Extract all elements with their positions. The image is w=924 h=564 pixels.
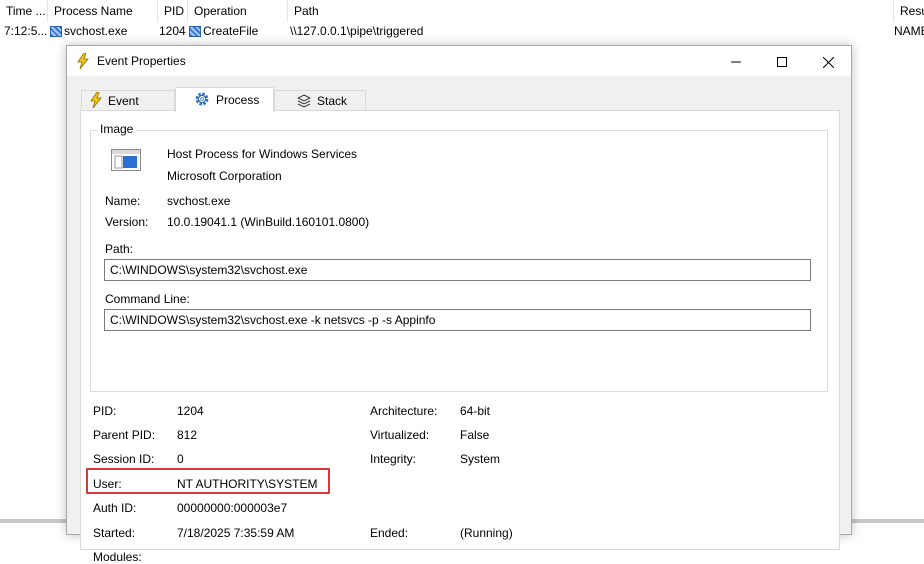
column-pid[interactable]: PID [158, 0, 188, 22]
close-button[interactable] [805, 46, 851, 76]
row-operation: CreateFile [189, 22, 287, 40]
ended-label: Ended: [370, 526, 409, 540]
column-result[interactable]: Resu [894, 0, 924, 22]
event-properties-dialog: Event Properties Event Process Stack Ima… [66, 45, 852, 564]
maximize-button[interactable] [759, 46, 805, 76]
integrity-value: System [460, 452, 501, 466]
auth-id-label: Auth ID: [93, 501, 137, 515]
path-field[interactable]: C:\WINDOWS\system32\svchost.exe [104, 259, 811, 281]
architecture-value: 64-bit [460, 404, 491, 418]
row-process: svchost.exe [50, 22, 158, 40]
virtualized-value: False [460, 428, 490, 442]
column-time[interactable]: Time ... [0, 0, 48, 22]
operation-icon [189, 26, 201, 37]
image-group: Image Host Process for Windows Services … [90, 122, 828, 392]
image-company: Microsoft Corporation [167, 169, 282, 183]
row-result: NAME [894, 24, 924, 38]
tab-process-label: Process [216, 93, 260, 107]
event-row[interactable]: 7:12:5... svchost.exe 1204 CreateFile \\… [0, 22, 924, 40]
started-value: 7/18/2025 7:35:59 AM [177, 526, 295, 540]
gear-icon [195, 92, 209, 106]
row-pid: 1204 [159, 24, 186, 38]
command-line-label: Command Line: [105, 292, 190, 306]
lightning-icon [77, 53, 89, 69]
dialog-titlebar[interactable]: Event Properties [67, 46, 851, 76]
pid-label: PID: [93, 404, 117, 418]
session-id-value: 0 [177, 452, 184, 466]
user-value: NT AUTHORITY\SYSTEM [177, 477, 318, 491]
minimize-button[interactable] [713, 46, 759, 76]
row-operation-name: CreateFile [203, 24, 259, 38]
started-label: Started: [93, 526, 136, 540]
process-icon [50, 26, 62, 37]
event-list-header: Time ... Process Name PID Operation Path… [0, 0, 924, 23]
stack-icon [296, 94, 312, 108]
user-label: User: [93, 477, 122, 491]
column-process-name[interactable]: Process Name [48, 0, 158, 22]
command-line-field[interactable]: C:\WINDOWS\system32\svchost.exe -k netsv… [104, 309, 811, 331]
pid-value: 1204 [177, 404, 204, 418]
path-label: Path: [105, 242, 134, 256]
column-operation[interactable]: Operation [188, 0, 288, 22]
image-description: Host Process for Windows Services [167, 147, 358, 161]
parent-pid-label: Parent PID: [93, 428, 156, 442]
tab-event[interactable]: Event [81, 90, 175, 111]
name-label: Name: [105, 194, 141, 208]
virtualized-label: Virtualized: [370, 428, 430, 442]
minimize-icon [731, 61, 741, 63]
name-value: svchost.exe [167, 194, 231, 208]
dialog-title: Event Properties [97, 54, 186, 68]
ended-value: (Running) [460, 526, 513, 540]
row-time: 7:12:5... [4, 24, 48, 38]
row-path: \\127.0.0.1\pipe\triggered [290, 24, 424, 38]
integrity-label: Integrity: [370, 452, 417, 466]
lightning-icon [90, 91, 102, 109]
version-label: Version: [105, 215, 149, 229]
modules-label: Modules: [93, 550, 142, 564]
column-path[interactable]: Path [288, 0, 894, 22]
image-group-label: Image [97, 122, 137, 136]
close-icon [822, 56, 834, 69]
architecture-label: Architecture: [370, 404, 438, 418]
auth-id-value: 00000000:000003e7 [177, 501, 288, 515]
tab-stack-label: Stack [317, 94, 348, 108]
process-tab-panel: Image Host Process for Windows Services … [80, 110, 840, 564]
tab-process[interactable]: Process [175, 87, 274, 112]
version-value: 10.0.19041.1 (WinBuild.160101.0800) [167, 215, 370, 229]
tab-stack[interactable]: Stack [274, 90, 366, 111]
parent-pid-value: 812 [177, 428, 198, 442]
row-process-name: svchost.exe [64, 24, 128, 38]
tab-event-label: Event [108, 94, 139, 108]
maximize-icon [777, 57, 787, 68]
application-window-icon [111, 149, 141, 171]
session-id-label: Session ID: [93, 452, 155, 466]
